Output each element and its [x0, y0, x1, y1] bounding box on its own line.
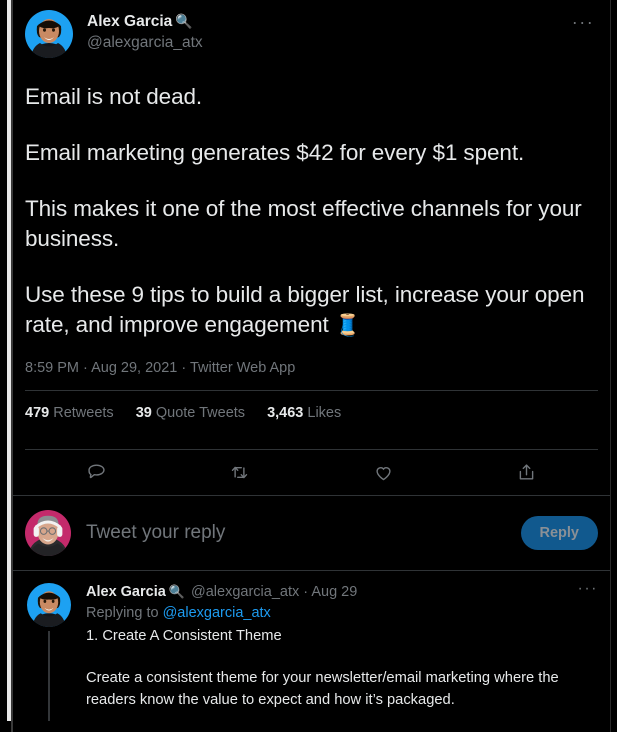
- retweet-icon: [229, 462, 250, 483]
- magnifying-glass-icon: 🔍: [175, 13, 193, 29]
- likes-stat[interactable]: 3,463 Likes: [267, 405, 341, 421]
- avatar[interactable]: [25, 10, 73, 58]
- reply-author-display-name[interactable]: Alex Garcia: [86, 584, 166, 600]
- retweets-label: Retweets: [53, 404, 114, 421]
- likes-count: 3,463: [267, 404, 304, 421]
- tweet-detail-page: Alex Garcia 🔍 @alexgarcia_atx ··· Email i…: [13, 0, 610, 732]
- reply-author-meta: @alexgarcia_atx · Aug 29: [187, 583, 358, 600]
- replying-to-prefix: Replying to: [86, 604, 163, 621]
- main-tweet: Alex Garcia 🔍 @alexgarcia_atx ··· Email i…: [13, 0, 610, 495]
- more-options-button[interactable]: ···: [568, 13, 598, 36]
- reply-tweet: Alex Garcia 🔍 @alexgarcia_atx · Aug 29 ··…: [13, 571, 610, 721]
- reply-composer: Tweet your reply Reply: [13, 496, 610, 570]
- like-action-button[interactable]: [312, 462, 455, 483]
- tweet-paragraph-text: Use these 9 tips to build a bigger list,…: [25, 281, 585, 337]
- author-display-name[interactable]: Alex Garcia: [87, 13, 172, 32]
- reply-tweet-title: 1. Create A Consistent Theme: [86, 627, 282, 644]
- retweets-stat[interactable]: 479 Retweets: [25, 405, 114, 421]
- reply-submit-button[interactable]: Reply: [520, 515, 598, 550]
- reply-action-button[interactable]: [25, 462, 168, 483]
- reply-tweet-content: Alex Garcia 🔍 @alexgarcia_atx · Aug 29 ··…: [86, 580, 598, 721]
- tweet-paragraph: Use these 9 tips to build a bigger list,…: [25, 280, 598, 340]
- tweet-action-bar: [25, 450, 598, 495]
- heart-icon: [373, 462, 394, 483]
- reply-avatar-column: [25, 582, 73, 721]
- comment-icon: [86, 462, 107, 483]
- main-tweet-text: Email is not dead. Email marketing gener…: [25, 82, 598, 340]
- quote-tweets-label: Quote Tweets: [155, 404, 246, 421]
- tweet-paragraph: Email marketing generates $42 for every …: [25, 139, 525, 165]
- reply-more-options-button[interactable]: ···: [578, 580, 598, 596]
- thread-connector-line: [48, 630, 50, 721]
- tweet-paragraph: This makes it one of the most effective …: [25, 195, 582, 251]
- reply-tweet-header: Alex Garcia 🔍 @alexgarcia_atx · Aug 29 ··…: [86, 580, 598, 600]
- main-tweet-header: Alex Garcia 🔍 @alexgarcia_atx ···: [25, 10, 598, 64]
- avatar[interactable]: [27, 582, 71, 627]
- replying-to-mention[interactable]: @alexgarcia_atx: [163, 605, 271, 621]
- author-handle[interactable]: @alexgarcia_atx: [87, 34, 203, 53]
- tweet-paragraph: Email is not dead.: [25, 84, 203, 109]
- thread-spool-icon: 🧵: [334, 313, 361, 337]
- author-names: Alex Garcia 🔍 @alexgarcia_atx: [87, 10, 203, 52]
- quote-tweets-stat[interactable]: 39 Quote Tweets: [136, 405, 245, 421]
- retweet-action-button[interactable]: [168, 462, 311, 483]
- likes-label: Likes: [307, 404, 342, 421]
- share-icon: [516, 462, 537, 483]
- magnifying-glass-icon: 🔍: [168, 583, 185, 599]
- reply-tweet-text: Create a consistent theme for your newsl…: [86, 670, 559, 708]
- engagement-stats: 479 Retweets 39 Quote Tweets 3,463 Likes: [25, 391, 598, 435]
- current-user-avatar[interactable]: [25, 509, 71, 556]
- replying-to-line: Replying to @alexgarcia_atx: [86, 605, 598, 621]
- tweet-timestamp: 8:59 PM · Aug 29, 2021 · Twitter Web App: [25, 359, 296, 376]
- retweets-count: 479: [25, 404, 50, 421]
- page-right-border: [610, 0, 611, 732]
- reply-input[interactable]: Tweet your reply: [86, 522, 521, 544]
- quote-tweets-count: 39: [135, 404, 152, 421]
- share-action-button[interactable]: [455, 462, 598, 483]
